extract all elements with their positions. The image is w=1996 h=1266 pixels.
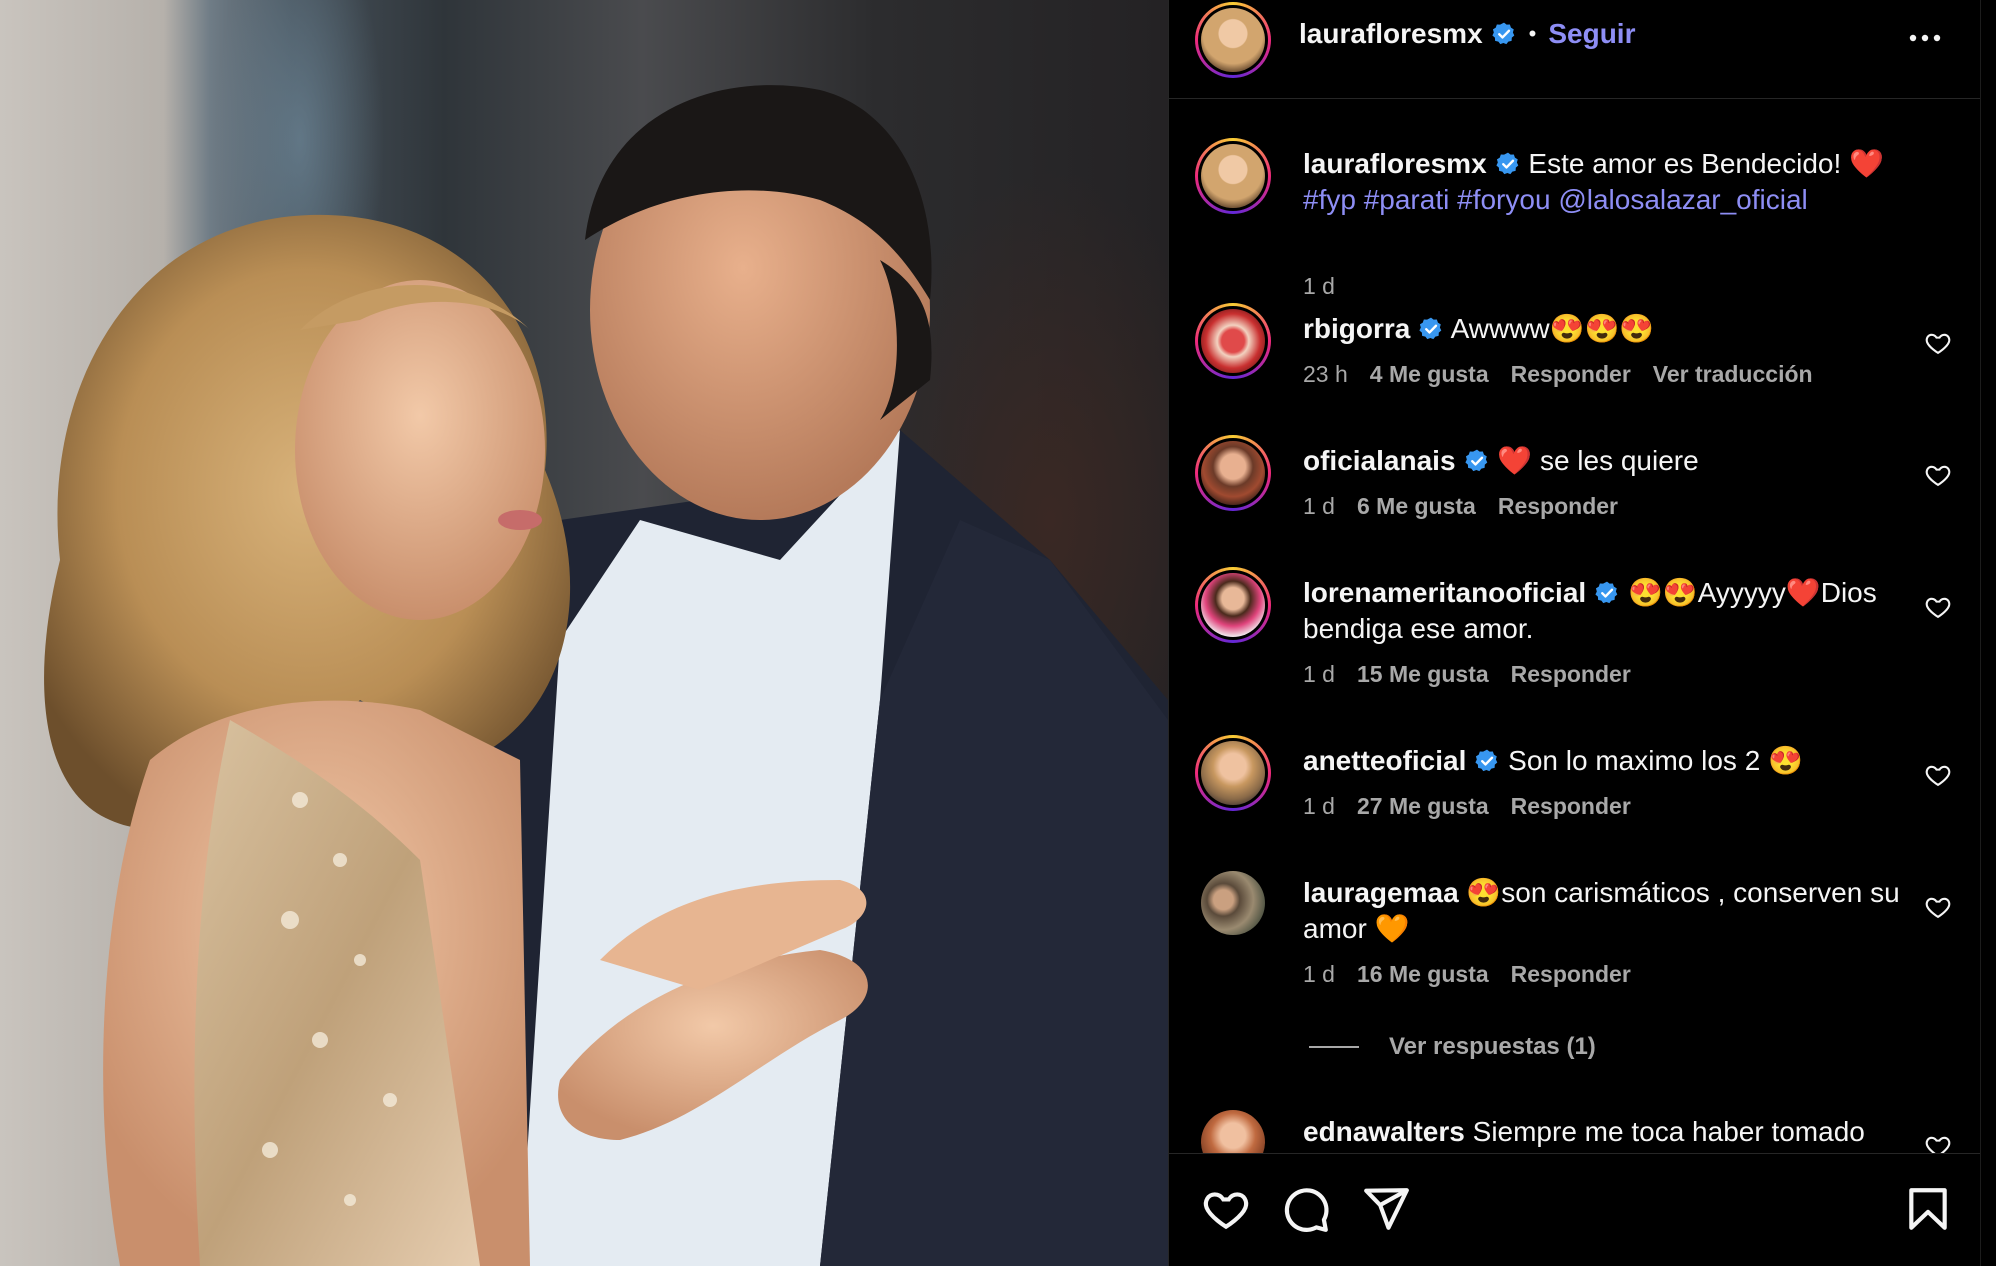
follow-button[interactable]: Seguir [1548, 18, 1635, 50]
comment-likes[interactable]: 16 Me gusta [1357, 961, 1489, 987]
comment-icon[interactable] [1281, 1184, 1331, 1234]
comment-like-heart-icon[interactable] [1923, 893, 1953, 921]
header-title-row: laurafloresmx • Seguir [1299, 18, 1635, 50]
comment-body: Awwww😍😍😍 [1450, 313, 1655, 344]
verified-badge-icon [1419, 317, 1442, 340]
caption-username[interactable]: laurafloresmx [1303, 148, 1487, 179]
author-avatar[interactable] [1195, 138, 1271, 214]
verified-badge-icon [1475, 749, 1498, 772]
bookmark-icon[interactable] [1903, 1184, 1953, 1234]
caption-body: Este amor es Bendecido! ❤️ [1528, 148, 1884, 179]
share-icon[interactable] [1361, 1184, 1411, 1234]
verified-badge-icon [1595, 581, 1618, 604]
verified-badge-icon [1496, 152, 1518, 175]
commenter-avatar[interactable] [1201, 1110, 1265, 1153]
comments-list[interactable]: laurafloresmx Este amor es Bendecido! ❤️… [1169, 98, 1981, 1153]
comment-meta: 1 d 27 Me gusta Responder [1303, 793, 1653, 820]
reply-button[interactable]: Responder [1511, 961, 1631, 987]
view-replies-button[interactable]: Ver respuestas (1) [1309, 1033, 1596, 1061]
commenter-avatar[interactable] [1195, 567, 1271, 643]
comment-meta: 1 d 15 Me gusta Responder [1303, 661, 1653, 688]
post-header: laurafloresmx • Seguir [1169, 0, 1981, 99]
hashtag-link[interactable]: #foryou [1457, 184, 1550, 215]
caption-time: 1 d [1303, 273, 1335, 299]
heart-icon[interactable] [1201, 1184, 1251, 1234]
commenter-avatar[interactable] [1195, 735, 1271, 811]
instagram-post-viewer: laurafloresmx • Seguir laurafloresmx Est… [0, 0, 1996, 1266]
comment-likes[interactable]: 4 Me gusta [1370, 361, 1489, 387]
comment-time: 1 d [1303, 793, 1335, 819]
comment-likes[interactable]: 15 Me gusta [1357, 661, 1489, 687]
more-options-icon[interactable] [1905, 22, 1945, 52]
comment-meta: 1 d 6 Me gusta Responder [1303, 493, 1640, 520]
author-username[interactable]: laurafloresmx [1299, 18, 1483, 50]
comment-meta: 23 h 4 Me gusta Responder Ver traducción [1303, 361, 1835, 388]
author-avatar[interactable] [1195, 2, 1271, 78]
comment-text: rbigorra Awwww😍😍😍 [1303, 311, 1913, 347]
window-edge [1980, 0, 1996, 1266]
comment-text: ednawalters Siempre me toca haber tomado [1303, 1114, 1913, 1150]
reply-button[interactable]: Responder [1511, 661, 1631, 687]
comment-text: oficialanais ❤️ se les quiere [1303, 443, 1913, 479]
replies-divider-line [1309, 1046, 1359, 1048]
mention-link[interactable]: @lalosalazar_oficial [1558, 184, 1807, 215]
caption-meta: 1 d [1303, 273, 1357, 300]
comment-text: lorenameritanooficial 😍😍Ayyyyy❤️Dios ben… [1303, 575, 1913, 647]
comment-meta: 1 d 16 Me gusta Responder [1303, 961, 1653, 988]
comment-text: lauragemaa 😍son carismáticos , conserven… [1303, 875, 1913, 947]
comment-body: Son lo maximo los 2 😍 [1508, 745, 1803, 776]
comment-like-heart-icon[interactable] [1923, 761, 1953, 789]
comment-like-heart-icon[interactable] [1923, 593, 1953, 621]
comment-text: anetteoficial Son lo maximo los 2 😍 [1303, 743, 1913, 779]
commenter-avatar[interactable] [1201, 871, 1265, 935]
post-action-bar [1169, 1153, 1981, 1266]
reply-button[interactable]: Responder [1498, 493, 1618, 519]
commenter-username[interactable]: rbigorra [1303, 313, 1410, 344]
commenter-username[interactable]: lorenameritanooficial [1303, 577, 1586, 608]
comment-body: ❤️ se les quiere [1497, 445, 1699, 476]
comment-time: 1 d [1303, 961, 1335, 987]
commenter-username[interactable]: oficialanais [1303, 445, 1456, 476]
comment-likes[interactable]: 27 Me gusta [1357, 793, 1489, 819]
commenter-avatar[interactable] [1195, 435, 1271, 511]
comment-body: Siempre me toca haber tomado [1472, 1116, 1865, 1147]
header-separator: • [1528, 21, 1537, 46]
comment-time: 23 h [1303, 361, 1348, 387]
verified-badge-icon [1492, 22, 1514, 45]
comment-like-heart-icon[interactable] [1923, 329, 1953, 357]
comment-likes[interactable]: 6 Me gusta [1357, 493, 1476, 519]
commenter-username[interactable]: ednawalters [1303, 1116, 1465, 1147]
comment-like-heart-icon[interactable] [1923, 1132, 1953, 1153]
view-replies-label: Ver respuestas (1) [1389, 1033, 1596, 1060]
post-side-panel: laurafloresmx • Seguir laurafloresmx Est… [1168, 0, 1981, 1266]
translate-button[interactable]: Ver traducción [1653, 361, 1813, 387]
hashtag-link[interactable]: #parati [1364, 184, 1450, 215]
comment-like-heart-icon[interactable] [1923, 461, 1953, 489]
reply-button[interactable]: Responder [1511, 793, 1631, 819]
reply-button[interactable]: Responder [1511, 361, 1631, 387]
caption-text: laurafloresmx Este amor es Bendecido! ❤️… [1303, 146, 1913, 218]
hashtag-link[interactable]: #fyp [1303, 184, 1356, 215]
comment-time: 1 d [1303, 493, 1335, 519]
verified-badge-icon [1464, 449, 1487, 472]
commenter-avatar[interactable] [1195, 303, 1271, 379]
commenter-username[interactable]: lauragemaa [1303, 877, 1459, 908]
comment-time: 1 d [1303, 661, 1335, 687]
photo-illustration [44, 85, 1168, 1266]
post-photo[interactable] [0, 0, 1168, 1266]
commenter-username[interactable]: anetteoficial [1303, 745, 1466, 776]
